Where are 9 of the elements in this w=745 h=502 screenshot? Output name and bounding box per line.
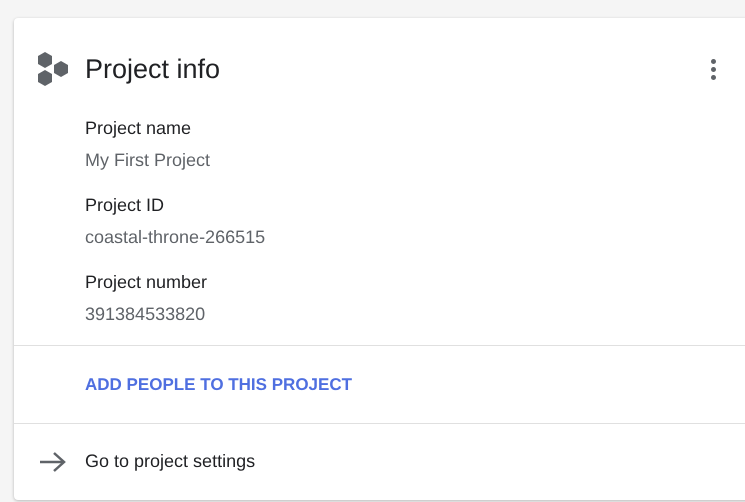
add-people-link[interactable]: ADD PEOPLE TO THIS PROJECT xyxy=(85,372,352,398)
project-settings-link[interactable]: Go to project settings xyxy=(85,448,256,476)
field-value: My First Project xyxy=(85,149,212,172)
card-title: Project info xyxy=(85,52,220,86)
field-label: Project number xyxy=(85,271,208,294)
field-value: 391384533820 xyxy=(85,303,206,326)
field-value: coastal-throne-266515 xyxy=(85,226,266,250)
field-label: Project name xyxy=(85,117,192,140)
field-label: Project ID xyxy=(85,194,166,218)
